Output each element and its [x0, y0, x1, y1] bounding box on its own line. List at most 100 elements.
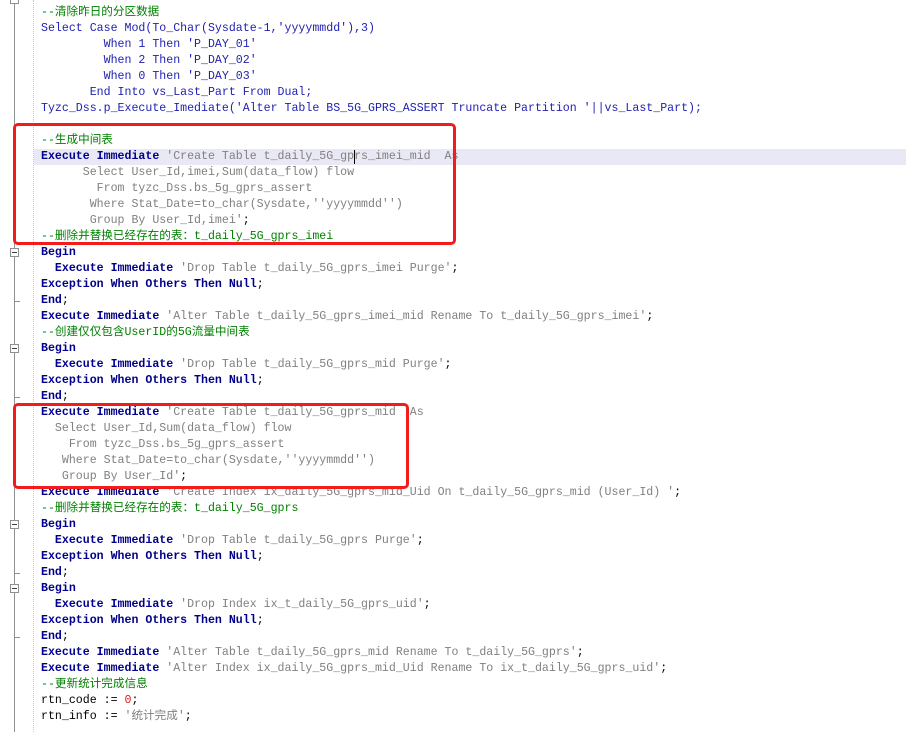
code-line-text: When 2 Then 'P_DAY_02': [41, 53, 257, 69]
code-line[interactable]: Group By User_Id';: [0, 469, 906, 485]
code-line-text: From tyzc_Dss.bs_5g_gprs_assert: [41, 181, 313, 197]
code-line-text: --更新统计完成信息: [41, 677, 148, 693]
fold-open-icon[interactable]: [10, 520, 19, 529]
code-token: End Into vs_Last_Part From Dual;: [41, 86, 313, 99]
code-line-text: Execute Immediate 'Drop Table t_daily_5G…: [41, 533, 424, 549]
keyword-token: Exception When Others Then Null: [41, 614, 257, 627]
current-code-line[interactable]: Execute Immediate 'Create Table t_daily_…: [0, 149, 906, 165]
keyword-token: End: [41, 566, 62, 579]
code-line[interactable]: Execute Immediate 'Drop Table t_daily_5G…: [0, 533, 906, 549]
code-line[interactable]: From tyzc_Dss.bs_5g_gprs_assert: [0, 437, 906, 453]
code-line[interactable]: End;: [0, 565, 906, 581]
code-token: Tyzc_Dss.p_Execute_Imediate('Alter Table…: [41, 102, 702, 115]
keyword-token: Execute Immediate: [41, 534, 174, 547]
code-line-text: Execute Immediate 'Drop Table t_daily_5G…: [41, 261, 459, 277]
code-token: ;: [256, 550, 264, 563]
code-line[interactable]: Execute Immediate 'Drop Index ix_t_daily…: [0, 597, 906, 613]
fold-end-icon: [14, 301, 20, 302]
code-line[interactable]: Where Stat_Date=to_char(Sysdate,''yyyymm…: [0, 453, 906, 469]
code-line[interactable]: Execute Immediate 'Alter Index ix_daily_…: [0, 661, 906, 677]
code-line[interactable]: Begin: [0, 581, 906, 597]
code-line[interactable]: Execute Immediate 'Drop Table t_daily_5G…: [0, 357, 906, 373]
keyword-token: Execute Immediate: [41, 262, 174, 275]
code-line[interactable]: Group By User_Id,imei';: [0, 213, 906, 229]
code-line-text: When 0 Then 'P_DAY_03': [41, 69, 257, 85]
code-token: When 1 Then 'P_DAY_01': [41, 38, 257, 51]
keyword-token: Exception When Others Then Null: [41, 550, 257, 563]
keyword-token: Execute Immediate: [41, 598, 174, 611]
keyword-token: Begin: [41, 342, 76, 355]
code-line[interactable]: --删除并替换已经存在的表：t_daily_5G_gprs_imei: [0, 229, 906, 245]
code-line[interactable]: Exception When Others Then Null;: [0, 373, 906, 389]
code-line[interactable]: Select User_Id,Sum(data_flow) flow: [0, 421, 906, 437]
code-line[interactable]: End Into vs_Last_Part From Dual;: [0, 85, 906, 101]
code-line-text: Exception When Others Then Null;: [41, 613, 264, 629]
fold-open-icon[interactable]: [10, 0, 19, 4]
keyword-token: End: [41, 294, 62, 307]
fold-open-icon[interactable]: [10, 584, 19, 593]
code-line[interactable]: Begin: [0, 341, 906, 357]
code-line-text: Execute Immediate 'Create Table t_daily_…: [41, 149, 458, 165]
code-line[interactable]: Select User_Id,imei,Sum(data_flow) flow: [0, 165, 906, 181]
code-token: ;: [646, 310, 654, 323]
code-line-text: Execute Immediate 'Alter Index ix_daily_…: [41, 661, 667, 677]
code-line[interactable]: rtn_info := '统计完成';: [0, 709, 906, 725]
string-token: Where Stat_Date=to_char(Sysdate,''yyyymm…: [41, 198, 403, 211]
code-token: ;: [61, 566, 69, 579]
code-line[interactable]: --更新统计完成信息: [0, 677, 906, 693]
code-line-text: Begin: [41, 341, 76, 357]
code-line[interactable]: From tyzc_Dss.bs_5g_gprs_assert: [0, 181, 906, 197]
code-line[interactable]: --删除并替换已经存在的表：t_daily_5G_gprs: [0, 501, 906, 517]
code-line-text: --生成中间表: [41, 133, 113, 149]
code-line[interactable]: When 0 Then 'P_DAY_03': [0, 69, 906, 85]
code-line[interactable]: Begin: [0, 517, 906, 533]
text-cursor: [354, 150, 355, 164]
code-token: ;: [61, 294, 69, 307]
code-line[interactable]: End;: [0, 389, 906, 405]
code-line[interactable]: End;: [0, 629, 906, 645]
code-line[interactable]: Begin: [0, 245, 906, 261]
string-token: 'Create Table t_daily_5G_gprs_mid As: [159, 406, 424, 419]
fold-end-icon: [14, 637, 20, 638]
keyword-token: Begin: [41, 582, 76, 595]
code-line[interactable]: Execute Immediate 'Drop Table t_daily_5G…: [0, 261, 906, 277]
code-line[interactable]: When 1 Then 'P_DAY_01': [0, 37, 906, 53]
code-line[interactable]: Execute Immediate 'Create Index ix_daily…: [0, 485, 906, 501]
code-line-text: Select Case Mod(To_Char(Sysdate-1,'yyyym…: [41, 21, 375, 37]
code-line[interactable]: When 2 Then 'P_DAY_02': [0, 53, 906, 69]
string-token: Group By User_Id': [41, 470, 181, 483]
code-line[interactable]: Exception When Others Then Null;: [0, 277, 906, 293]
code-line[interactable]: Select Case Mod(To_Char(Sysdate-1,'yyyym…: [0, 21, 906, 37]
code-line[interactable]: Exception When Others Then Null;: [0, 613, 906, 629]
string-token: From tyzc_Dss.bs_5g_gprs_assert: [41, 438, 285, 451]
code-line[interactable]: rtn_code := 0;: [0, 693, 906, 709]
code-editor[interactable]: --清除昨日的分区数据 Select Case Mod(To_Char(Sysda…: [0, 0, 906, 732]
code-lines[interactable]: --清除昨日的分区数据 Select Case Mod(To_Char(Sysda…: [0, 0, 906, 725]
code-token: When 0 Then 'P_DAY_03': [41, 70, 257, 83]
fold-open-icon[interactable]: [10, 344, 19, 353]
keyword-token: Execute Immediate: [41, 406, 160, 419]
code-line-text: Begin: [41, 581, 76, 597]
string-token: 'Create Index ix_daily_5G_gprs_mid_Uid O…: [159, 486, 675, 499]
code-line[interactable]: --生成中间表: [0, 133, 906, 149]
fold-open-icon[interactable]: [10, 248, 19, 257]
code-line-text: Execute Immediate 'Alter Table t_daily_5…: [41, 309, 653, 325]
code-line-text: From tyzc_Dss.bs_5g_gprs_assert: [41, 437, 285, 453]
code-line[interactable]: --清除昨日的分区数据: [0, 5, 906, 21]
code-line[interactable]: Tyzc_Dss.p_Execute_Imediate('Alter Table…: [0, 101, 906, 117]
code-line-text: Where Stat_Date=to_char(Sysdate,''yyyymm…: [41, 453, 375, 469]
code-line[interactable]: Execute Immediate 'Create Table t_daily_…: [0, 405, 906, 421]
code-line[interactable]: [0, 117, 906, 133]
code-line-text: Begin: [41, 245, 76, 261]
code-line-text: Group By User_Id,imei';: [41, 213, 250, 229]
keyword-token: Execute Immediate: [41, 150, 160, 163]
code-token: When 2 Then 'P_DAY_02': [41, 54, 257, 67]
code-line[interactable]: Execute Immediate 'Alter Table t_daily_5…: [0, 645, 906, 661]
code-line[interactable]: Exception When Others Then Null;: [0, 549, 906, 565]
code-line[interactable]: --创建仅仅包含UserID的5G流量中间表: [0, 325, 906, 341]
code-line[interactable]: Where Stat_Date=to_char(Sysdate,''yyyymm…: [0, 197, 906, 213]
code-line[interactable]: Execute Immediate 'Alter Table t_daily_5…: [0, 309, 906, 325]
string-token: 'Drop Index ix_t_daily_5G_gprs_uid': [173, 598, 424, 611]
code-line[interactable]: End;: [0, 293, 906, 309]
code-line-text: --创建仅仅包含UserID的5G流量中间表: [41, 325, 250, 341]
